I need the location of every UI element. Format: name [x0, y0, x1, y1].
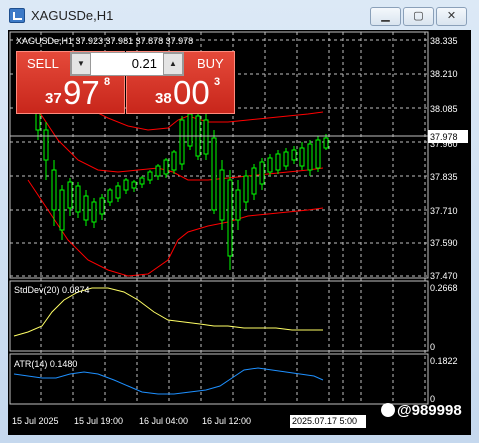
- price-tick: 37.470: [430, 271, 458, 281]
- candle-body: [299, 147, 305, 167]
- candle-body: [243, 175, 249, 203]
- candle-body: [147, 171, 153, 181]
- time-tick: 15 Jul 2025: [12, 416, 59, 426]
- candle-body: [203, 119, 209, 155]
- window-title: XAGUSDe,H1: [31, 8, 114, 23]
- stddev-scale-max: 0.2668: [430, 283, 458, 293]
- maximize-button[interactable]: ▢: [403, 7, 434, 26]
- sell-price-fraction: 8: [104, 76, 111, 88]
- sell-label: SELL: [27, 56, 59, 71]
- lot-dropdown-icon[interactable]: ▼: [71, 53, 91, 75]
- candle-body: [251, 167, 257, 195]
- candle-body: [219, 169, 225, 221]
- sell-price-pips: 97: [63, 74, 100, 111]
- time-tick: 16 Jul 12:00: [202, 416, 251, 426]
- buy-label: BUY: [197, 56, 224, 71]
- candle-body: [211, 137, 217, 211]
- candle-body: [43, 129, 49, 161]
- price-tick: 38.335: [430, 36, 458, 46]
- candle-body: [227, 179, 233, 257]
- candle-body: [51, 169, 57, 211]
- candlesticks: [35, 90, 329, 270]
- watermark: @989998: [381, 402, 462, 419]
- title-bar[interactable]: XAGUSDe,H1 ▁ ▢ ✕: [0, 0, 479, 30]
- time-tick: 16 Jul 04:00: [139, 416, 188, 426]
- candle-body: [99, 197, 105, 215]
- price-tick: 37.835: [430, 172, 458, 182]
- candle-body: [179, 119, 185, 165]
- candle-body: [259, 161, 265, 185]
- candle-body: [123, 179, 129, 191]
- terminal-window: XAGUSDe,H1 ▁ ▢ ✕ XAGUSDe,H1 37.923 37.98…: [0, 0, 479, 443]
- candle-body: [139, 177, 145, 185]
- atr-label: ATR(14) 0.1480: [14, 359, 77, 369]
- candle-body: [67, 181, 73, 209]
- candle-body: [131, 181, 137, 189]
- candle-body: [91, 201, 97, 223]
- close-button[interactable]: ✕: [436, 7, 467, 26]
- atr-scale-max: 0.1822: [430, 356, 458, 366]
- buy-price-fraction: 3: [214, 76, 221, 88]
- candle-body: [235, 189, 241, 221]
- candle-body: [107, 189, 113, 203]
- candle-body: [171, 151, 177, 171]
- buy-price-pips: 00: [173, 74, 210, 111]
- crosshair-time-label: 2025.07.17 5:00: [292, 416, 357, 426]
- minimize-button[interactable]: ▁: [370, 7, 401, 26]
- candle-body: [267, 157, 273, 173]
- lot-increase-icon[interactable]: ▲: [163, 53, 183, 75]
- buy-price-prefix: 38: [155, 90, 172, 107]
- candle-body: [283, 151, 289, 167]
- chart-area[interactable]: XAGUSDe,H1 37.923 37.981 37.878 37.978 3…: [8, 30, 471, 435]
- candle-body: [187, 113, 193, 147]
- sell-price-prefix: 37: [45, 90, 62, 107]
- candle-body: [275, 153, 281, 171]
- candle-body: [323, 137, 329, 149]
- watermark-logo-icon: [381, 403, 395, 417]
- candle-body: [315, 139, 321, 169]
- time-tick: 15 Jul 19:00: [74, 416, 123, 426]
- candle-body: [75, 185, 81, 213]
- stddev-scale-min: 0: [430, 342, 435, 352]
- lot-size-input[interactable]: ▼ 0.21 ▲: [70, 52, 184, 76]
- current-price-label: 37.978: [430, 132, 458, 142]
- candle-body: [115, 185, 121, 199]
- chart-header: XAGUSDe,H1 37.923 37.981 37.878 37.978: [16, 36, 193, 46]
- price-tick: 38.210: [430, 69, 458, 79]
- lot-size-value: 0.21: [131, 56, 157, 71]
- candle-body: [83, 195, 89, 221]
- chart-window-icon: [9, 8, 25, 23]
- price-tick: 37.710: [430, 206, 458, 216]
- price-tick: 37.590: [430, 238, 458, 248]
- watermark-text: @989998: [397, 402, 462, 419]
- bollinger-bands: [17, 89, 324, 277]
- candle-body: [59, 189, 65, 231]
- candle-body: [155, 165, 161, 177]
- candle-body: [163, 159, 169, 175]
- stddev-label: StdDev(20) 0.0874: [14, 285, 90, 295]
- price-tick: 38.085: [430, 104, 458, 114]
- candle-body: [291, 149, 297, 161]
- candle-body: [307, 143, 313, 171]
